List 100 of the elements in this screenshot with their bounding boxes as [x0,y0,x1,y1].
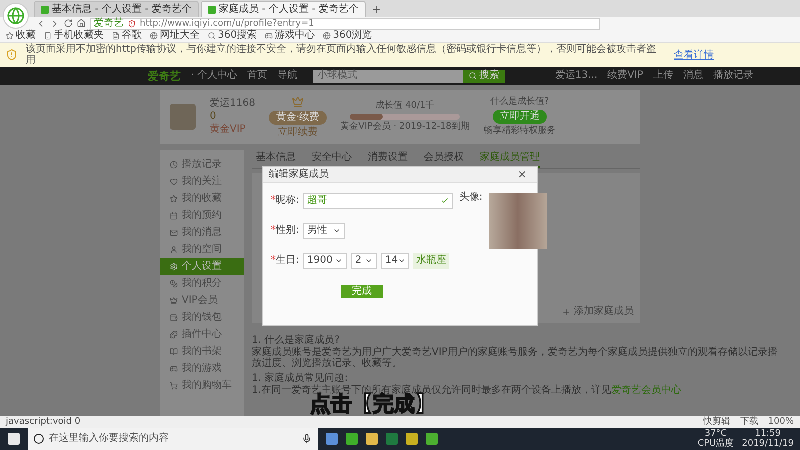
gamepad-icon [170,364,178,372]
sidebar-item[interactable]: 我的消息 [160,224,244,241]
avatar-label: 头像: [459,193,483,203]
app-icon[interactable] [426,433,438,445]
vip-level: 黄金VIP [210,125,246,135]
settings-tab[interactable]: 消费设置 [368,152,408,168]
sidebar-item[interactable]: 我的积分 [160,275,244,292]
sidebar-item[interactable]: 我的书架 [160,343,244,360]
star-icon [170,194,178,202]
app-icon[interactable] [346,433,358,445]
bookmark[interactable]: 360搜索 [208,31,258,41]
bookmark[interactable]: 360浏览 [323,31,372,41]
site-name-label: 爱奇艺 [94,18,124,28]
search-field[interactable]: 小球模式 [313,70,464,82]
address-field[interactable]: 爱奇艺 http://www.iqiyi.com/u/profile?entry=1 [90,18,600,30]
vip-expiry: 黄金VIP会员 · 2019-12-18到期 [340,123,470,132]
close-button[interactable]: × [514,167,531,182]
renew-link[interactable]: 立即续费 [278,128,318,138]
status-item[interactable]: 下载 [740,418,758,426]
sidebar-item[interactable]: 我的购物车 [160,377,244,394]
gamepad-icon [265,32,274,40]
nav-link[interactable]: 导航 [277,71,298,81]
caret-icon [398,257,406,265]
open-button[interactable]: 立即开通 [492,110,547,124]
bookmark[interactable]: 谷歌 [112,31,142,41]
cart-icon [170,382,178,390]
user-menu-item[interactable]: 上传 [653,71,674,81]
sidebar-item[interactable]: VIP会员 [160,292,244,309]
settings-tab[interactable]: 安全中心 [312,152,352,168]
add-member-button[interactable]: 添加家庭成员 [562,307,634,317]
user-menu-item[interactable]: 续费VIP [608,71,644,81]
folder-icon[interactable] [366,433,378,445]
user-menu-item[interactable]: 播放记录 [713,71,754,81]
faq-answer: 家庭成员账号是爱奇艺为用户广大爱奇艺VIP用户的家庭账号服务，爱奇艺为每个家庭成员提供独立的观看存储以记录播放进度、浏览播放记录、收藏等。 [252,347,779,369]
growth-help-link[interactable]: 什么是成长值? [490,98,550,107]
check-icon [441,197,450,205]
taskbar-search-field[interactable]: 在这里输入你要搜索的内容 [28,428,318,450]
site-logo[interactable]: 爱奇艺 [148,70,181,82]
sidebar-item[interactable]: 我的钱包 [160,309,244,326]
photo-placeholder [488,193,547,249]
username: 爱运1168 [210,99,256,109]
search-icon [469,72,478,80]
app-icon[interactable] [326,433,338,445]
sidebar-item[interactable]: 个人设置 [160,258,244,275]
search-button[interactable]: 搜索 [463,70,506,82]
user-menu-item[interactable]: 爱运13... [555,71,598,81]
done-button[interactable]: 完成 [341,285,384,298]
zodiac-label: 水瓶座 [413,253,450,269]
sidebar-item[interactable]: 我的游戏 [160,360,244,377]
bookmark[interactable]: 游戏中心 [265,31,316,41]
page-icon [112,32,120,40]
sidebar-item[interactable]: 插件中心 [160,326,244,343]
year-select[interactable]: 1900 [303,253,348,269]
day-select[interactable]: 14 [381,253,410,269]
plus-icon [562,308,571,316]
bookmark[interactable]: 收藏 [6,31,36,41]
star-icon [6,32,14,40]
site-subtitle: · 个人中心 [191,71,238,81]
browser-tab[interactable]: 基本信息 - 个人设置 - 爱奇艺个 [34,1,199,17]
wallet-icon [170,314,178,322]
nav-link[interactable]: 首页 [247,71,268,81]
bookmark[interactable]: 网址大全 [150,31,200,41]
user-icon [170,246,178,254]
gender-select[interactable]: 男性 [303,223,346,239]
settings-tab[interactable]: 会员授权 [424,152,464,168]
app-icon[interactable] [406,433,418,445]
browser-tab[interactable]: 家庭成员 - 个人设置 - 爱奇艺个 [200,1,366,17]
nickname-field[interactable]: 超哥 [303,193,454,209]
sidebar-item[interactable]: 我的空间 [160,241,244,258]
favicon [41,6,49,14]
field-label: *昵称: [271,196,300,206]
details-link[interactable]: 查看详情 [674,48,714,62]
cpu-temperature: 37°C CPU温度 [698,429,734,449]
caret-icon [335,257,344,265]
new-tab-button[interactable]: + [368,2,386,17]
globe-icon [150,32,158,40]
app-icon[interactable] [386,433,398,445]
globe-icon [323,32,332,40]
sidebar-item[interactable]: 我的预约 [160,207,244,224]
clock[interactable]: 11:59 2019/11/19 [742,429,794,449]
status-item[interactable]: 100% [768,418,794,426]
status-item[interactable]: 快剪辑 [703,418,730,426]
crown-icon [170,296,178,304]
book-icon [170,348,178,356]
settings-tab[interactable]: 基本信息 [256,152,296,168]
renew-badge: 黄金·续费 [269,111,327,125]
bookmark[interactable]: 手机收藏夹 [44,31,104,41]
security-warning: 该页面采用不加密的http传输协议，与你建立的连接不安全，请勿在页面内输入任何敏感信息（密码或银行卡信息等），否则可能会被攻击者盗用 [26,44,658,66]
user-menu-item[interactable]: 消息 [683,71,704,81]
sidebar-item[interactable]: 我的收藏 [160,190,244,207]
warning-shield-icon [128,20,136,28]
crown-icon [292,96,304,108]
caret-icon [333,227,342,235]
reload-icon [64,19,73,28]
open-caption: 畅享精彩特权服务 [484,127,556,136]
avatar-placeholder [170,104,196,130]
cortana-icon [34,434,44,444]
sidebar-item[interactable]: 我的关注 [160,173,244,190]
month-select[interactable]: 2 [351,253,378,269]
sidebar-item[interactable]: 播放记录 [160,156,244,173]
